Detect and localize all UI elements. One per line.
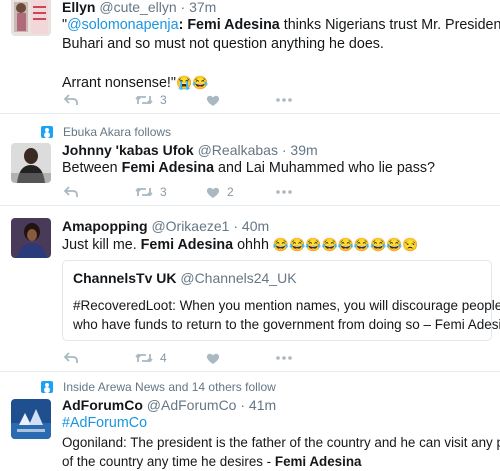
like-count: 2 xyxy=(227,185,234,199)
tweet-amapopping[interactable]: Amapopping @Orikaeze1 · 40m Just kill me… xyxy=(0,206,500,372)
timestamp[interactable]: · 39m xyxy=(282,142,318,158)
more-icon xyxy=(276,356,292,360)
follow-context-icon xyxy=(41,126,53,138)
emoji-group: 😂😂😂😂😂😂😂😂😒 xyxy=(272,237,419,252)
avatar-ellyn[interactable] xyxy=(11,0,51,36)
quoted-text-line: #RecoveredLoot: When you mention names, … xyxy=(73,298,500,313)
retweet-icon xyxy=(135,95,153,105)
heart-icon xyxy=(206,187,220,198)
timestamp[interactable]: · 37m xyxy=(181,0,217,15)
avatar-johnny[interactable] xyxy=(11,143,51,183)
tweet-johnny[interactable]: Ebuka Akara follows Johnny 'kabas Ufok @… xyxy=(0,114,500,206)
tweet-text-line: Buhari and so must not question anything… xyxy=(62,36,384,52)
user-handle[interactable]: @Orikaeze1 xyxy=(151,218,229,234)
heart-icon xyxy=(206,353,220,364)
like-button[interactable]: 2 xyxy=(206,182,234,202)
timestamp[interactable]: · 41m xyxy=(240,397,276,413)
retweet-button[interactable]: 3 xyxy=(135,90,167,110)
more-icon xyxy=(276,190,292,194)
social-context: Ebuka Akara follows xyxy=(41,125,171,139)
retweet-count: 4 xyxy=(160,351,167,365)
user-name[interactable]: Ellyn xyxy=(62,0,95,15)
retweet-count: 3 xyxy=(160,93,167,107)
user-name[interactable]: AdForumCo xyxy=(62,397,143,413)
tweet-text: "@solomonapenja: Femi Adesina thinks Nig… xyxy=(62,17,500,33)
tweet-text-line: of the country any time he desires - Fem… xyxy=(62,454,362,469)
reply-button[interactable] xyxy=(64,348,78,368)
highlight-text: Femi Adesina xyxy=(140,237,234,253)
highlight-text: Femi Adesina xyxy=(187,17,280,33)
tweet-text: Just kill me. Femi Adesina ohhh 😂😂😂😂😂😂😂😂… xyxy=(62,237,419,253)
highlight-text: Femi Adesina xyxy=(121,160,215,176)
heart-icon xyxy=(206,95,220,106)
more-icon xyxy=(276,98,292,102)
tweet-ellyn[interactable]: Ellyn @cute_ellyn · 37m "@solomonapenja:… xyxy=(0,0,500,114)
user-handle[interactable]: @AdForumCo xyxy=(147,397,237,413)
reply-icon xyxy=(64,94,78,105)
quoted-user-handle[interactable]: @Channels24_UK xyxy=(180,270,296,286)
timestamp[interactable]: · 40m xyxy=(233,218,269,234)
avatar-adforumco[interactable] xyxy=(11,399,51,439)
like-button[interactable] xyxy=(206,90,220,110)
tweet-text: Between Femi Adesina and Lai Muhammed wh… xyxy=(62,160,436,176)
highlight-text: Femi Adesina xyxy=(274,454,362,469)
reply-icon xyxy=(64,352,78,363)
retweet-button[interactable]: 3 xyxy=(135,182,167,202)
retweet-count: 3 xyxy=(160,185,167,199)
more-button[interactable] xyxy=(276,348,292,368)
mention-link[interactable]: @solomonapenja xyxy=(67,17,179,33)
reply-button[interactable] xyxy=(64,90,78,110)
tweet-adforumco[interactable]: Inside Arewa News and 14 others follow A… xyxy=(0,372,500,469)
quoted-user-name[interactable]: ChannelsTv UK xyxy=(73,270,176,286)
reply-button[interactable] xyxy=(64,182,78,202)
social-context: Inside Arewa News and 14 others follow xyxy=(41,380,276,394)
tweet-text-line: Ogoniland: The president is the father o… xyxy=(62,435,500,450)
emoji-group: 😭😂 xyxy=(175,75,209,90)
retweet-icon xyxy=(135,187,153,197)
more-button[interactable] xyxy=(276,90,292,110)
user-name[interactable]: Johnny 'kabas Ufok xyxy=(62,142,194,158)
follow-context-icon xyxy=(41,381,53,393)
avatar-amapopping[interactable] xyxy=(11,218,51,258)
user-handle[interactable]: @cute_ellyn xyxy=(99,0,176,15)
retweet-button[interactable]: 4 xyxy=(135,348,167,368)
retweet-icon xyxy=(135,353,153,363)
user-handle[interactable]: @Realkabas xyxy=(198,142,278,158)
like-button[interactable] xyxy=(206,348,220,368)
reply-icon xyxy=(64,186,78,197)
more-button[interactable] xyxy=(276,182,292,202)
quoted-tweet[interactable]: ChannelsTv UK @Channels24_UK #RecoveredL… xyxy=(62,260,500,341)
quoted-text-line: who have funds to return to the governme… xyxy=(73,317,500,332)
hashtag-link[interactable]: #AdForumCo xyxy=(62,414,492,433)
user-name[interactable]: Amapopping xyxy=(62,218,148,234)
